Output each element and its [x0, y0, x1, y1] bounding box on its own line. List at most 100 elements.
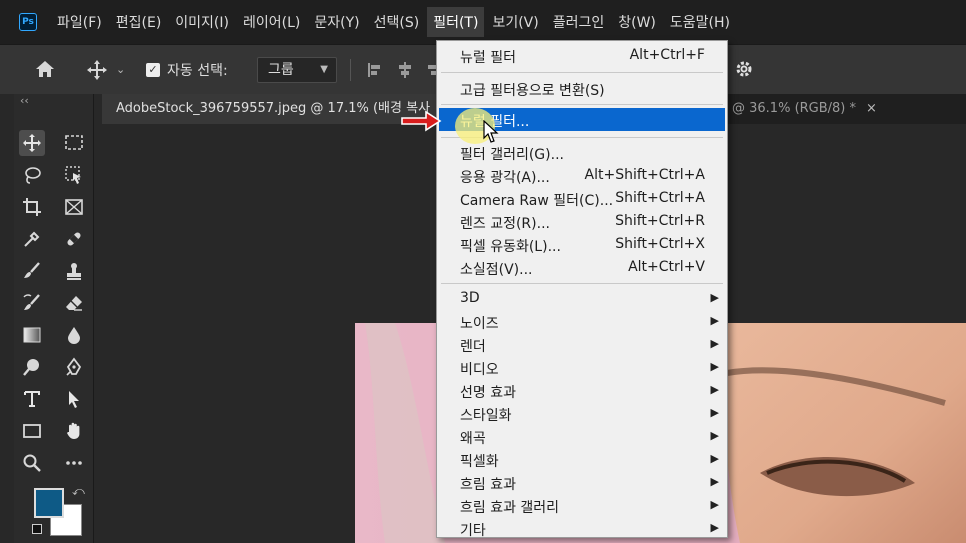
move-tool-icon[interactable]	[86, 59, 108, 81]
chevron-down-icon[interactable]: ⌄	[116, 63, 125, 76]
chevron-down-icon: ▼	[320, 64, 328, 75]
gradient-tool[interactable]	[19, 322, 45, 348]
swap-colors-icon[interactable]: ⤺	[72, 484, 85, 499]
photoshop-logo-icon[interactable]: Ps	[19, 13, 37, 31]
frame-icon	[65, 199, 83, 215]
menu-image[interactable]: 이미지(I)	[169, 7, 235, 37]
menu-divider	[441, 283, 723, 284]
marquee-icon	[65, 135, 83, 150]
menu-item-label: 흐림 효과	[460, 477, 516, 493]
menu-item-camera-raw[interactable]: Camera Raw 필터(C)... Shift+Ctrl+A	[439, 187, 725, 210]
menu-item-video[interactable]: 비디오 ▶	[439, 356, 725, 379]
history-brush-tool[interactable]	[19, 290, 45, 316]
brush-tool[interactable]	[19, 258, 45, 284]
object-selection-tool[interactable]	[61, 162, 87, 188]
healing-brush-tool[interactable]	[61, 226, 87, 252]
submenu-arrow-icon: ▶	[710, 314, 719, 327]
submenu-arrow-icon: ▶	[710, 360, 719, 373]
menu-help[interactable]: 도움말(H)	[664, 7, 736, 37]
menu-item-stylize[interactable]: 스타일화 ▶	[439, 402, 725, 425]
pen-tool[interactable]	[61, 354, 87, 380]
pen-icon	[66, 357, 82, 376]
menu-item-vanishing-point[interactable]: 소실점(V)... Alt+Ctrl+V	[439, 256, 725, 279]
rectangle-tool[interactable]	[19, 418, 45, 444]
frame-tool[interactable]	[61, 194, 87, 220]
menu-item-label: 픽셀화	[460, 454, 499, 470]
document-tab-secondary[interactable]: @ 36.1% (RGB/8) * ×	[732, 94, 877, 124]
dodge-icon	[23, 359, 39, 376]
blur-tool[interactable]	[61, 322, 87, 348]
droplet-icon	[68, 327, 80, 344]
menu-item-label: 뉴럴 필터	[460, 50, 516, 66]
menu-item-shortcut: Shift+Ctrl+A	[615, 190, 705, 206]
menu-item-adaptive-wide-angle[interactable]: 응용 광각(A)... Alt+Shift+Ctrl+A	[439, 164, 725, 187]
menu-item-liquify[interactable]: 픽셀 유동화(L)... Shift+Ctrl+X	[439, 233, 725, 256]
eraser-icon	[66, 296, 82, 311]
photoshop-window: Ps 파일(F) 편집(E) 이미지(I) 레이어(L) 문자(Y) 선택(S)…	[0, 0, 966, 543]
collapse-icon[interactable]: ‹‹	[20, 94, 29, 107]
crop-tool[interactable]	[19, 194, 45, 220]
menu-item-lens-correction[interactable]: 렌즈 교정(R)... Shift+Ctrl+R	[439, 210, 725, 233]
hand-tool[interactable]	[61, 418, 87, 444]
gear-icon[interactable]	[734, 59, 754, 79]
submenu-arrow-icon: ▶	[710, 429, 719, 442]
menu-filter[interactable]: 필터(T)	[427, 7, 485, 37]
menu-item-distort[interactable]: 왜곡 ▶	[439, 425, 725, 448]
menu-item-label: 선명 효과	[460, 385, 516, 401]
menu-item-pixelate[interactable]: 픽셀화 ▶	[439, 448, 725, 471]
menu-item-other[interactable]: 기타 ▶	[439, 517, 725, 540]
clone-stamp-tool[interactable]	[61, 258, 87, 284]
menu-item-noise[interactable]: 노이즈 ▶	[439, 310, 725, 333]
eyedropper-tool[interactable]	[19, 226, 45, 252]
menu-type[interactable]: 문자(Y)	[308, 7, 365, 37]
menu-item-render[interactable]: 렌더 ▶	[439, 333, 725, 356]
marquee-tool[interactable]	[61, 130, 87, 156]
menu-item-blur[interactable]: 흐림 효과 ▶	[439, 471, 725, 494]
menu-layer[interactable]: 레이어(L)	[237, 7, 306, 37]
more-tools[interactable]	[61, 450, 87, 476]
close-icon[interactable]: ×	[866, 101, 877, 116]
arrow-cursor-icon	[69, 391, 79, 408]
menu-item-label: 왜곡	[460, 431, 486, 447]
menu-divider	[441, 72, 723, 73]
menu-item-label: 기타	[460, 523, 486, 539]
path-selection-tool[interactable]	[61, 386, 87, 412]
menu-item-blur-gallery[interactable]: 흐림 효과 갤러리 ▶	[439, 494, 725, 517]
foreground-color-swatch[interactable]	[34, 488, 64, 518]
dodge-tool[interactable]	[19, 354, 45, 380]
menu-edit[interactable]: 편집(E)	[110, 7, 168, 37]
menu-window[interactable]: 창(W)	[612, 7, 662, 37]
eraser-tool[interactable]	[61, 290, 87, 316]
type-tool[interactable]	[19, 386, 45, 412]
menu-item-label: 렌더	[460, 339, 486, 355]
rectangle-icon	[23, 424, 41, 438]
menu-item-label: 고급 필터용으로 변환(S)	[460, 83, 605, 99]
auto-select-dropdown[interactable]: 그룹 ▼	[257, 57, 337, 83]
menu-item-label: 흐림 효과 갤러리	[460, 500, 560, 516]
menu-item-convert-smart-filters[interactable]: 고급 필터용으로 변환(S)	[439, 77, 725, 100]
menu-file[interactable]: 파일(F)	[51, 7, 108, 37]
pointer-arrow-icon	[401, 110, 442, 132]
move-tool[interactable]	[19, 130, 45, 156]
menu-item-label: 응용 광각(A)...	[460, 170, 550, 186]
menu-select[interactable]: 선택(S)	[368, 7, 426, 37]
menu-view[interactable]: 보기(V)	[486, 7, 544, 37]
menu-item-neural-filter-last[interactable]: 뉴럴 필터 Alt+Ctrl+F	[439, 44, 725, 67]
menu-item-sharpen[interactable]: 선명 효과 ▶	[439, 379, 725, 402]
default-colors-icon[interactable]	[32, 524, 42, 534]
auto-select-checkbox[interactable]: ✓	[146, 63, 160, 77]
lasso-tool[interactable]	[19, 162, 45, 188]
menu-item-label: 3D	[460, 290, 480, 306]
document-tab-title: @ 36.1% (RGB/8) *	[732, 101, 857, 116]
align-left-icon[interactable]	[366, 61, 384, 79]
menu-plugins[interactable]: 플러그인	[547, 7, 611, 37]
menu-item-3d[interactable]: 3D ▶	[439, 287, 725, 310]
bandage-icon	[67, 232, 81, 246]
home-icon[interactable]	[34, 59, 56, 79]
history-brush-icon	[23, 294, 40, 310]
align-center-icon[interactable]	[396, 61, 414, 79]
auto-select-value: 그룹	[268, 62, 294, 78]
document-tab-active[interactable]: AdobeStock_396759557.jpeg @ 17.1% (배경 복사	[102, 94, 438, 124]
zoom-tool[interactable]	[19, 450, 45, 476]
menu-item-filter-gallery[interactable]: 필터 갤러리(G)...	[439, 141, 725, 164]
